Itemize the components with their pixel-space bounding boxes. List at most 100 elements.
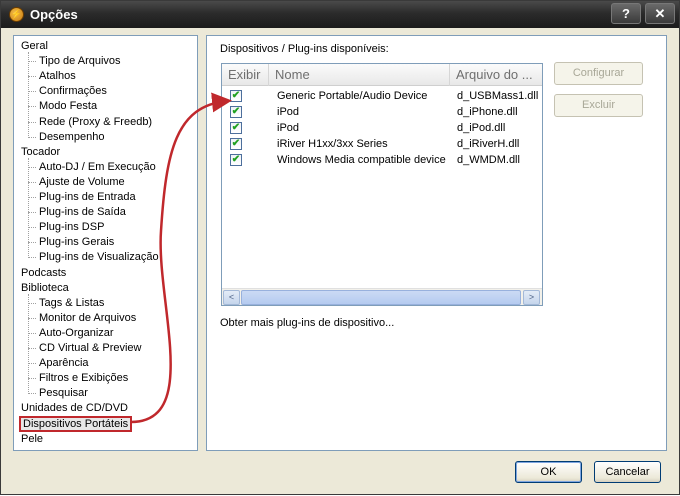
tree-item-label: Biblioteca [21, 281, 69, 294]
tree-guide [28, 197, 36, 198]
horizontal-scrollbar[interactable]: < > [222, 288, 542, 305]
column-header-show[interactable]: Exibir [222, 64, 269, 86]
device-file: d_iRiverH.dll [457, 138, 520, 150]
tree-item[interactable]: Monitor de Arquivos [39, 311, 136, 326]
list-item[interactable]: ✔ Generic Portable/Audio Device d_USBMass1… [222, 88, 542, 104]
list-item[interactable]: ✔ iPod d_iPhone.dll [222, 104, 542, 120]
tree-guide [28, 242, 36, 244]
more-plugins-link[interactable]: Obter mais plug-ins de dispositivo... [220, 317, 394, 329]
tree-guide [28, 121, 36, 123]
tree-item[interactable]: Plug-ins de Saída [39, 205, 126, 220]
device-name: iPod [277, 106, 300, 118]
tree-guide [28, 227, 36, 229]
tree-item[interactable]: Dispositivos Portáteis [18, 415, 133, 432]
device-name: Windows Media compatible device [277, 154, 446, 166]
options-tree[interactable]: Geral Tipo de Arquivos Atalhos Confirmações… [13, 35, 198, 451]
tree-item-label: Monitor de Arquivos [39, 311, 137, 324]
tree-item[interactable]: Geral [21, 39, 48, 54]
tree-item-label: Atalhos [39, 70, 76, 83]
list-item[interactable]: ✔ iRiver H1xx/3xx Series d_iRiverH.dll [222, 136, 542, 152]
show-checkbox[interactable]: ✔ [230, 122, 242, 134]
remove-button[interactable]: Excluir [554, 94, 643, 117]
device-file: d_USBMass1.dll [457, 90, 539, 102]
tree-item-label: Plug-ins de Saída [39, 206, 126, 219]
scroll-right-icon[interactable]: > [523, 290, 540, 305]
tree-item-label: Tipo de Arquivos [39, 55, 121, 68]
scrollbar-thumb[interactable] [241, 290, 521, 305]
tree-item-label: Tocador [21, 145, 61, 158]
options-dialog: ⚡ Opções ? ✕ Geral Tipo de Arquivos Atalho… [0, 0, 680, 495]
tree-item[interactable]: Pele [21, 432, 43, 447]
tree-item-label: Pele [21, 432, 44, 445]
tree-guide [28, 91, 36, 93]
device-name: Generic Portable/Audio Device [277, 90, 428, 102]
tree-item[interactable]: Unidades de CD/DVD [21, 401, 128, 416]
tree-item-label: Plug-ins DSP [39, 221, 105, 234]
tree-item[interactable]: Plug-ins de Entrada [39, 190, 136, 205]
tree-guide [28, 332, 36, 334]
tree-item[interactable]: Tocador [21, 145, 60, 160]
device-file: d_iPod.dll [457, 122, 506, 134]
tree-item-label: Dispositivos Portáteis [18, 415, 133, 432]
window-title: Opções [30, 7, 78, 22]
tree-item[interactable]: Auto-Organizar [39, 326, 114, 341]
scroll-left-icon[interactable]: < [223, 290, 240, 305]
column-header-file[interactable]: Arquivo do ... [450, 64, 542, 86]
tree-item-label: CD Virtual & Preview [39, 342, 142, 354]
tree-guide [28, 52, 29, 138]
ok-button[interactable]: OK [515, 461, 582, 483]
tree-item-label: Plug-ins de Visualização [39, 251, 159, 264]
tree-item-label: Desempenho [39, 130, 105, 143]
cancel-button[interactable]: Cancelar [594, 461, 661, 483]
tree-item[interactable]: Rede (Proxy & Freedb) [39, 115, 152, 130]
tree-item[interactable]: Podcasts [21, 266, 66, 281]
tree-guide [28, 302, 36, 304]
tree-item-label: Aparência [39, 357, 89, 370]
tree-guide [28, 157, 29, 259]
tree-item[interactable]: Tipo de Arquivos [39, 54, 121, 69]
help-button[interactable]: ? [611, 3, 641, 24]
devices-section-label: Dispositivos / Plug-ins disponíveis: [220, 43, 389, 55]
list-item[interactable]: ✔ iPod d_iPod.dll [222, 120, 542, 136]
column-header-name[interactable]: Nome [269, 64, 450, 86]
tree-item-label: Geral [21, 40, 48, 52]
tree-guide [28, 317, 36, 319]
tree-item[interactable]: CD Virtual & Preview [39, 341, 142, 356]
close-button[interactable]: ✕ [645, 3, 675, 24]
tree-item-label: Plug-ins Gerais [39, 236, 115, 249]
show-checkbox[interactable]: ✔ [230, 90, 242, 102]
tree-item[interactable]: Modo Festa [39, 99, 97, 114]
tree-item[interactable]: Pesquisar [39, 386, 88, 401]
tree-item[interactable]: Atalhos [39, 69, 76, 84]
tree-item[interactable]: Desempenho [39, 130, 104, 145]
tree-item-label: Pesquisar [39, 387, 88, 400]
tree-guide [28, 257, 36, 259]
title-bar[interactable]: ⚡ Opções ? ✕ [1, 1, 679, 28]
tree-guide [28, 106, 36, 108]
tree-item-label: Confirmações [39, 85, 107, 98]
show-checkbox[interactable]: ✔ [230, 154, 242, 166]
tree-item[interactable]: Auto-DJ / Em Execução [39, 160, 156, 175]
tree-guide [28, 393, 36, 395]
tree-item[interactable]: Tags & Listas [39, 296, 104, 311]
tree-item-label: Tags & Listas [39, 296, 105, 309]
device-plugin-list[interactable]: Exibir Nome Arquivo do ... ✔ Generic Port… [221, 63, 543, 306]
list-item[interactable]: ✔ Windows Media compatible device d_WMDM.d… [222, 152, 542, 168]
tree-guide [28, 363, 36, 365]
tree-item[interactable]: Plug-ins Gerais [39, 235, 114, 250]
show-checkbox[interactable]: ✔ [230, 138, 242, 150]
tree-item[interactable]: Filtros e Exibições [39, 371, 128, 386]
list-header: Exibir Nome Arquivo do ... [222, 64, 542, 86]
tree-guide [28, 76, 36, 78]
tree-item-label: Auto-DJ / Em Execução [39, 160, 156, 173]
tree-item-label: Filtros e Exibições [39, 372, 129, 385]
show-checkbox[interactable]: ✔ [230, 106, 242, 118]
tree-item[interactable]: Ajuste de Volume [39, 175, 125, 190]
configure-button[interactable]: Configurar [554, 62, 643, 85]
tree-item[interactable]: Plug-ins de Visualização [39, 250, 159, 265]
tree-item[interactable]: Confirmações [39, 84, 107, 99]
tree-item-label: Unidades de CD/DVD [21, 402, 128, 415]
tree-item[interactable]: Aparência [39, 356, 89, 371]
tree-guide [28, 181, 36, 183]
tree-item[interactable]: Plug-ins DSP [39, 220, 104, 235]
